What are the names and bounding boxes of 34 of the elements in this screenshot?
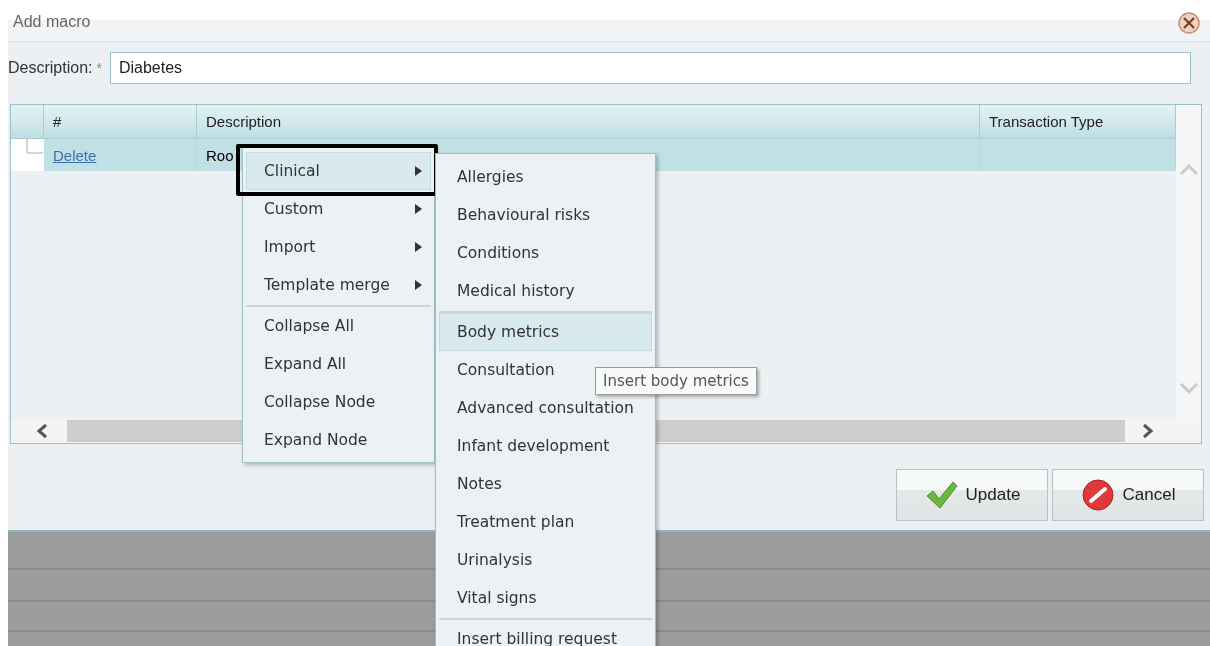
- tree-line-icon: [26, 139, 44, 155]
- cancel-button[interactable]: Cancel: [1052, 469, 1204, 521]
- field-label: Description:: [8, 59, 93, 77]
- menu-item[interactable]: Expand All: [246, 345, 431, 383]
- menu-item[interactable]: Urinalysis: [439, 541, 652, 579]
- header-cell: [11, 105, 44, 139]
- tooltip: Insert body metrics: [595, 367, 757, 395]
- scroll-left-icon[interactable]: [35, 423, 49, 439]
- window-title: Add macro: [13, 12, 91, 32]
- required-mark: *: [96, 60, 102, 76]
- menu-item[interactable]: Import: [246, 228, 431, 266]
- menu-item[interactable]: Custom: [246, 190, 431, 228]
- menu-item[interactable]: Notes: [439, 465, 652, 503]
- menu-item[interactable]: Collapse Node: [246, 383, 431, 421]
- menu-item[interactable]: Conditions: [439, 234, 652, 272]
- column-header[interactable]: Description: [197, 105, 980, 139]
- column-header[interactable]: Transaction Type: [980, 105, 1176, 139]
- delete-link[interactable]: Delete: [53, 146, 97, 164]
- update-button[interactable]: Update: [896, 469, 1048, 521]
- scroll-right-icon[interactable]: [1141, 423, 1155, 439]
- menu-item[interactable]: Expand Node: [246, 421, 431, 459]
- menu-item[interactable]: Medical history: [439, 272, 652, 310]
- close-icon[interactable]: [1178, 12, 1200, 34]
- menu-item[interactable]: Vital signs: [439, 579, 652, 617]
- menu-item[interactable]: Body metrics: [439, 313, 652, 351]
- menu-item[interactable]: Infant development: [439, 427, 652, 465]
- menu-item[interactable]: Treatment plan: [439, 503, 652, 541]
- description-field[interactable]: Diabetes: [109, 52, 1191, 84]
- menu-item[interactable]: Template merge: [246, 266, 431, 304]
- menu-item[interactable]: Collapse All: [246, 307, 431, 345]
- menu-item[interactable]: Behavioural risks: [439, 196, 652, 234]
- column-header[interactable]: #: [44, 105, 197, 139]
- menu-item[interactable]: Clinical: [246, 152, 431, 190]
- cancel-icon: [1080, 478, 1115, 512]
